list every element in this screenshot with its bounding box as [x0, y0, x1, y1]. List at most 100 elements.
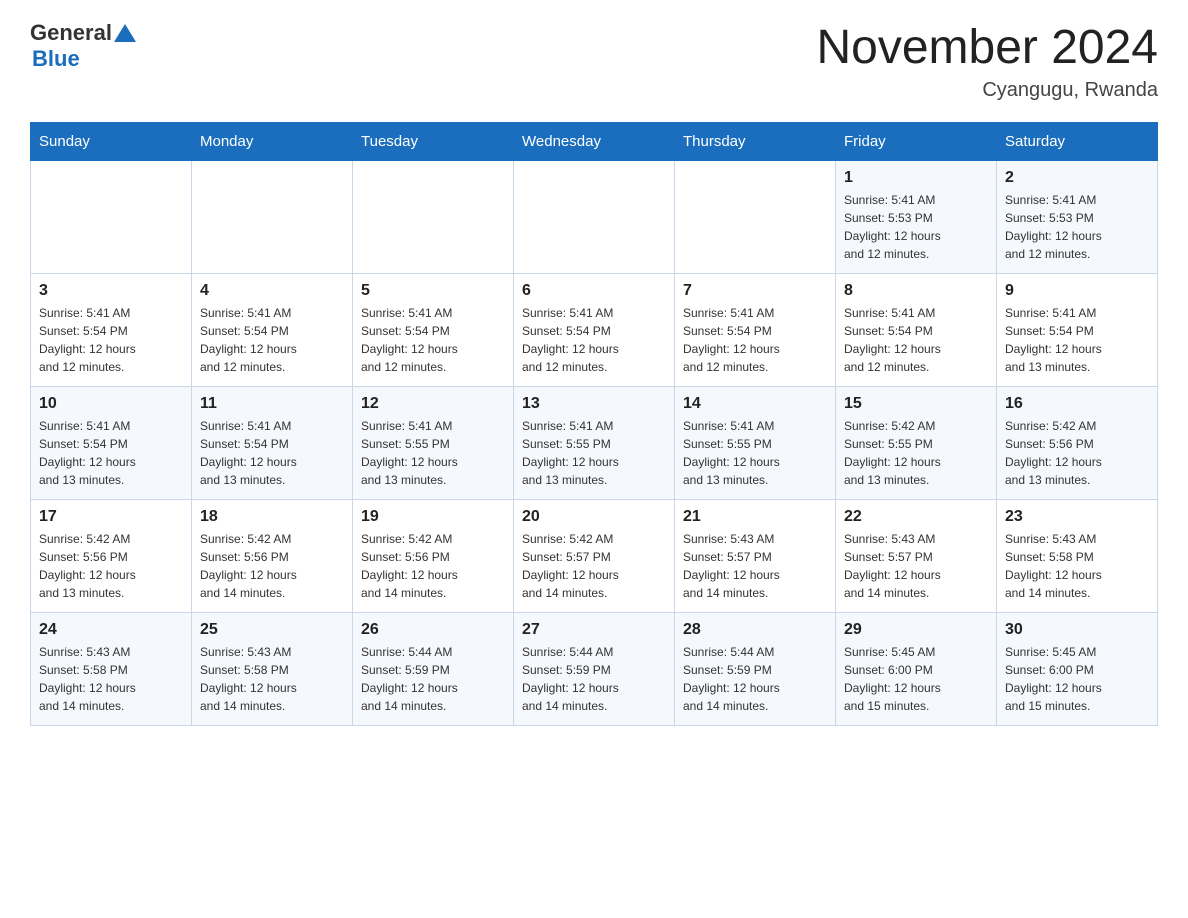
col-wednesday: Wednesday — [514, 123, 675, 161]
day-number: 21 — [683, 508, 827, 526]
day-info: Sunrise: 5:42 AMSunset: 5:56 PMDaylight:… — [200, 530, 344, 602]
day-info: Sunrise: 5:42 AMSunset: 5:57 PMDaylight:… — [522, 530, 666, 602]
calendar-cell: 22 Sunrise: 5:43 AMSunset: 5:57 PMDayligh… — [836, 500, 997, 613]
day-number: 17 — [39, 508, 183, 526]
day-info: Sunrise: 5:43 AMSunset: 5:58 PMDaylight:… — [1005, 530, 1149, 602]
day-number: 29 — [844, 621, 988, 639]
calendar-cell: 13 Sunrise: 5:41 AMSunset: 5:55 PMDayligh… — [514, 387, 675, 500]
calendar-cell — [31, 161, 192, 274]
day-number: 18 — [200, 508, 344, 526]
logo-general-text: General — [30, 20, 112, 46]
day-info: Sunrise: 5:42 AMSunset: 5:56 PMDaylight:… — [39, 530, 183, 602]
day-number: 20 — [522, 508, 666, 526]
logo: General Blue — [30, 20, 136, 72]
calendar-cell: 23 Sunrise: 5:43 AMSunset: 5:58 PMDayligh… — [997, 500, 1158, 613]
day-number: 13 — [522, 395, 666, 413]
day-number: 7 — [683, 282, 827, 300]
col-thursday: Thursday — [675, 123, 836, 161]
day-number: 30 — [1005, 621, 1149, 639]
calendar-cell: 27 Sunrise: 5:44 AMSunset: 5:59 PMDayligh… — [514, 613, 675, 726]
calendar-cell: 12 Sunrise: 5:41 AMSunset: 5:55 PMDayligh… — [353, 387, 514, 500]
day-info: Sunrise: 5:41 AMSunset: 5:55 PMDaylight:… — [522, 417, 666, 489]
day-info: Sunrise: 5:41 AMSunset: 5:54 PMDaylight:… — [1005, 304, 1149, 376]
calendar-cell: 20 Sunrise: 5:42 AMSunset: 5:57 PMDayligh… — [514, 500, 675, 613]
calendar-cell: 10 Sunrise: 5:41 AMSunset: 5:54 PMDayligh… — [31, 387, 192, 500]
day-info: Sunrise: 5:41 AMSunset: 5:54 PMDaylight:… — [39, 304, 183, 376]
calendar-cell — [675, 161, 836, 274]
day-number: 8 — [844, 282, 988, 300]
day-info: Sunrise: 5:42 AMSunset: 5:56 PMDaylight:… — [361, 530, 505, 602]
day-info: Sunrise: 5:41 AMSunset: 5:55 PMDaylight:… — [361, 417, 505, 489]
day-number: 28 — [683, 621, 827, 639]
calendar-cell: 26Sunrise: 5:44 AMSunset: 5:59 PMDayligh… — [353, 613, 514, 726]
day-number: 3 — [39, 282, 183, 300]
calendar-header-row: Sunday Monday Tuesday Wednesday Thursday… — [31, 123, 1158, 161]
day-info: Sunrise: 5:42 AMSunset: 5:55 PMDaylight:… — [844, 417, 988, 489]
day-number: 27 — [522, 621, 666, 639]
day-info: Sunrise: 5:44 AMSunset: 5:59 PMDaylight:… — [683, 643, 827, 715]
day-number: 19 — [361, 508, 505, 526]
calendar-cell: 11 Sunrise: 5:41 AMSunset: 5:54 PMDayligh… — [192, 387, 353, 500]
calendar-week-row: 10 Sunrise: 5:41 AMSunset: 5:54 PMDayligh… — [31, 387, 1158, 500]
day-info: Sunrise: 5:45 AMSunset: 6:00 PMDaylight:… — [844, 643, 988, 715]
calendar-table: Sunday Monday Tuesday Wednesday Thursday… — [30, 122, 1158, 726]
day-info: Sunrise: 5:41 AMSunset: 5:54 PMDaylight:… — [200, 304, 344, 376]
logo-blue-text: Blue — [32, 46, 80, 71]
day-number: 1 — [844, 169, 988, 187]
month-title: November 2024 — [816, 20, 1158, 75]
col-tuesday: Tuesday — [353, 123, 514, 161]
day-info: Sunrise: 5:41 AMSunset: 5:54 PMDaylight:… — [683, 304, 827, 376]
day-number: 24 — [39, 621, 183, 639]
calendar-cell: 18 Sunrise: 5:42 AMSunset: 5:56 PMDayligh… — [192, 500, 353, 613]
day-info: Sunrise: 5:42 AMSunset: 5:56 PMDaylight:… — [1005, 417, 1149, 489]
day-info: Sunrise: 5:43 AMSunset: 5:58 PMDaylight:… — [39, 643, 183, 715]
calendar-cell: 6 Sunrise: 5:41 AMSunset: 5:54 PMDaylight… — [514, 274, 675, 387]
calendar-cell — [192, 161, 353, 274]
calendar-cell: 30 Sunrise: 5:45 AMSunset: 6:00 PMDayligh… — [997, 613, 1158, 726]
calendar-cell — [353, 161, 514, 274]
calendar-cell: 5Sunrise: 5:41 AMSunset: 5:54 PMDaylight… — [353, 274, 514, 387]
calendar-cell: 28 Sunrise: 5:44 AMSunset: 5:59 PMDayligh… — [675, 613, 836, 726]
day-number: 14 — [683, 395, 827, 413]
day-info: Sunrise: 5:41 AMSunset: 5:54 PMDaylight:… — [39, 417, 183, 489]
day-number: 6 — [522, 282, 666, 300]
page-header: General Blue November 2024 Cyangugu, Rwa… — [30, 20, 1158, 102]
col-saturday: Saturday — [997, 123, 1158, 161]
day-info: Sunrise: 5:44 AMSunset: 5:59 PMDaylight:… — [522, 643, 666, 715]
day-info: Sunrise: 5:43 AMSunset: 5:57 PMDaylight:… — [683, 530, 827, 602]
location-title: Cyangugu, Rwanda — [816, 79, 1158, 102]
day-info: Sunrise: 5:41 AMSunset: 5:54 PMDaylight:… — [361, 304, 505, 376]
calendar-cell: 16 Sunrise: 5:42 AMSunset: 5:56 PMDayligh… — [997, 387, 1158, 500]
calendar-cell: 17 Sunrise: 5:42 AMSunset: 5:56 PMDayligh… — [31, 500, 192, 613]
calendar-week-row: 24 Sunrise: 5:43 AMSunset: 5:58 PMDayligh… — [31, 613, 1158, 726]
day-info: Sunrise: 5:44 AMSunset: 5:59 PMDaylight:… — [361, 643, 505, 715]
calendar-cell: 4 Sunrise: 5:41 AMSunset: 5:54 PMDaylight… — [192, 274, 353, 387]
col-friday: Friday — [836, 123, 997, 161]
calendar-cell: 2Sunrise: 5:41 AMSunset: 5:53 PMDaylight… — [997, 161, 1158, 274]
day-info: Sunrise: 5:41 AMSunset: 5:54 PMDaylight:… — [522, 304, 666, 376]
calendar-cell: 8 Sunrise: 5:41 AMSunset: 5:54 PMDaylight… — [836, 274, 997, 387]
day-number: 10 — [39, 395, 183, 413]
calendar-week-row: 1 Sunrise: 5:41 AMSunset: 5:53 PMDaylight… — [31, 161, 1158, 274]
calendar-cell: 15Sunrise: 5:42 AMSunset: 5:55 PMDayligh… — [836, 387, 997, 500]
calendar-week-row: 3 Sunrise: 5:41 AMSunset: 5:54 PMDaylight… — [31, 274, 1158, 387]
day-number: 11 — [200, 395, 344, 413]
day-info: Sunrise: 5:41 AMSunset: 5:53 PMDaylight:… — [844, 191, 988, 263]
day-number: 2 — [1005, 169, 1149, 187]
day-number: 22 — [844, 508, 988, 526]
day-info: Sunrise: 5:43 AMSunset: 5:57 PMDaylight:… — [844, 530, 988, 602]
calendar-cell: 3 Sunrise: 5:41 AMSunset: 5:54 PMDaylight… — [31, 274, 192, 387]
day-number: 4 — [200, 282, 344, 300]
day-info: Sunrise: 5:45 AMSunset: 6:00 PMDaylight:… — [1005, 643, 1149, 715]
day-number: 23 — [1005, 508, 1149, 526]
day-number: 25 — [200, 621, 344, 639]
calendar-cell: 21 Sunrise: 5:43 AMSunset: 5:57 PMDayligh… — [675, 500, 836, 613]
day-number: 12 — [361, 395, 505, 413]
calendar-cell — [514, 161, 675, 274]
day-info: Sunrise: 5:41 AMSunset: 5:54 PMDaylight:… — [200, 417, 344, 489]
calendar-cell: 1 Sunrise: 5:41 AMSunset: 5:53 PMDaylight… — [836, 161, 997, 274]
day-number: 16 — [1005, 395, 1149, 413]
day-info: Sunrise: 5:41 AMSunset: 5:54 PMDaylight:… — [844, 304, 988, 376]
calendar-cell: 29 Sunrise: 5:45 AMSunset: 6:00 PMDayligh… — [836, 613, 997, 726]
calendar-cell: 19 Sunrise: 5:42 AMSunset: 5:56 PMDayligh… — [353, 500, 514, 613]
